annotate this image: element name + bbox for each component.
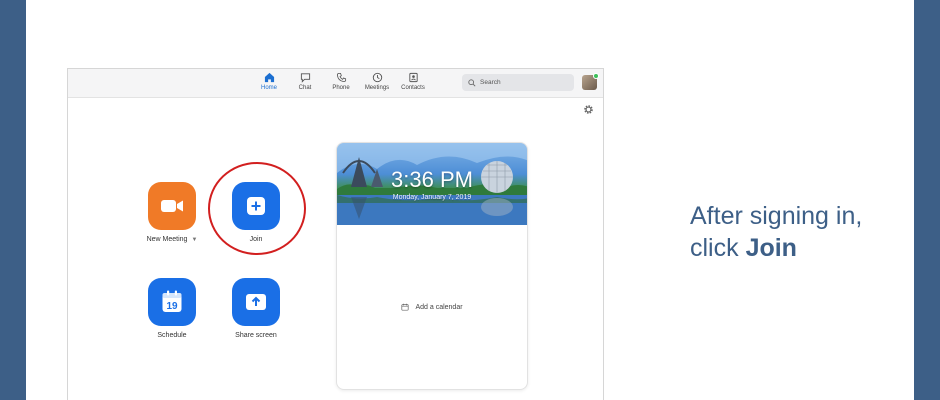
current-time: 3:36 PM	[391, 167, 473, 192]
slide: Home Chat Phone Meetings Contacts Search…	[26, 0, 914, 400]
phone-icon	[336, 72, 346, 83]
instruction-caption: After signing in, click Join	[690, 200, 920, 264]
share-screen-tile[interactable]	[232, 278, 280, 326]
calendar-small-icon	[401, 303, 410, 311]
tab-home-label: Home	[260, 85, 277, 91]
tab-phone-label: Phone	[332, 85, 350, 91]
join-highlight-circle	[208, 162, 306, 255]
online-status-dot	[593, 73, 599, 79]
home-icon	[264, 72, 274, 83]
caption-join: Join	[745, 234, 797, 262]
tab-meetings[interactable]: Meetings	[359, 72, 395, 91]
new-meeting-tile[interactable]	[148, 182, 196, 230]
clock-icon	[372, 72, 382, 83]
chat-icon	[300, 73, 310, 83]
share-screen-button[interactable]: Share screen	[216, 278, 296, 339]
add-calendar-link[interactable]: Add a calendar	[337, 303, 527, 311]
search-placeholder: Search	[480, 79, 501, 86]
zoom-window: Home Chat Phone Meetings Contacts Search…	[67, 68, 604, 400]
main-nav: Home Chat Phone Meetings Contacts	[251, 72, 431, 91]
calendar-banner: 3:36 PM Monday, January 7, 2019	[337, 143, 527, 225]
calendar-day-number: 19	[166, 301, 178, 312]
tab-phone[interactable]: Phone	[323, 72, 359, 91]
tab-home[interactable]: Home	[251, 72, 287, 91]
avatar[interactable]	[582, 73, 599, 90]
chevron-down-icon[interactable]: ▼	[191, 237, 197, 243]
new-meeting-label-row: New Meeting ▼	[147, 236, 198, 243]
video-camera-icon	[161, 200, 183, 212]
caption-line-1: After signing in,	[690, 202, 863, 230]
tab-contacts-label: Contacts	[401, 85, 425, 91]
search-box[interactable]: Search	[462, 74, 574, 91]
tab-contacts[interactable]: Contacts	[395, 72, 431, 91]
gear-icon[interactable]	[583, 104, 594, 115]
tab-meetings-label: Meetings	[364, 85, 390, 91]
share-screen-label: Share screen	[235, 332, 277, 339]
tab-chat-label: Chat	[298, 85, 312, 91]
schedule-button[interactable]: 19 Schedule	[132, 278, 212, 339]
add-calendar-label: Add a calendar	[415, 303, 463, 311]
top-navigation-bar: Home Chat Phone Meetings Contacts Search	[68, 69, 603, 98]
caption-line-2: click Join	[690, 232, 920, 264]
share-screen-icon	[246, 294, 266, 310]
calendar-card: 3:36 PM Monday, January 7, 2019 Add a ca…	[336, 142, 528, 390]
new-meeting-button[interactable]: New Meeting ▼	[132, 182, 212, 243]
contacts-icon	[408, 72, 418, 83]
current-date: Monday, January 7, 2019	[392, 194, 472, 201]
tab-chat[interactable]: Chat	[287, 72, 323, 91]
caption-click: click	[690, 234, 746, 262]
schedule-tile[interactable]: 19	[148, 278, 196, 326]
schedule-label: Schedule	[157, 332, 187, 339]
new-meeting-label: New Meeting	[146, 236, 188, 243]
calendar-icon: 19	[162, 290, 182, 312]
search-icon	[468, 78, 476, 87]
